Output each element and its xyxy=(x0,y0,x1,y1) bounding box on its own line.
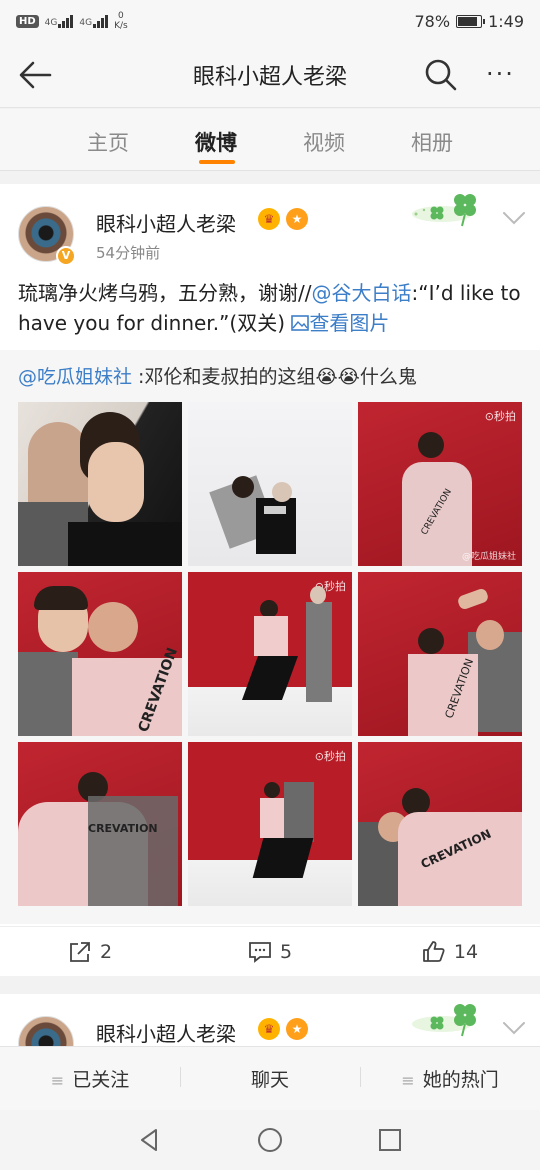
repost-body: :邓伦和麦叔拍的这组 xyxy=(132,366,316,388)
followed-button[interactable]: ≡ 已关注 xyxy=(0,1065,180,1092)
tab-albums[interactable]: 相册 xyxy=(378,109,486,170)
comment-button[interactable]: 5 xyxy=(180,927,360,976)
clover-decoration-icon-2 xyxy=(412,1004,476,1037)
miaopai-watermark-3: ⊙秒拍 xyxy=(314,750,346,763)
signal-icon-2: 4G xyxy=(79,14,109,28)
thumbs-up-icon xyxy=(423,940,445,962)
network-speed: 0 K/s xyxy=(114,11,128,31)
menu-icon: ≡ xyxy=(50,1071,65,1090)
followed-label: 已关注 xyxy=(72,1069,130,1091)
repost-count: 2 xyxy=(99,940,113,963)
mention-link[interactable]: @谷大白话 xyxy=(311,281,411,305)
battery-icon xyxy=(456,14,486,28)
signal-label-2: 4G xyxy=(79,18,93,28)
verified-badge: V xyxy=(56,246,76,266)
photo-9[interactable]: CREVATION xyxy=(358,742,522,906)
crying-emoji-icon: 😭😭 xyxy=(315,366,360,388)
repost-text: @吃瓜姐妹社 :邓伦和麦叔拍的这组😭😭什么鬼 xyxy=(18,362,417,389)
repost-body-end: 什么鬼 xyxy=(359,366,417,388)
shirt-text: CREVATION xyxy=(88,822,158,835)
signal-label: 4G xyxy=(44,18,58,28)
view-image-link[interactable]: 查看图片 xyxy=(291,311,389,335)
photo-1[interactable] xyxy=(18,402,182,566)
author-name[interactable]: 眼科小超人老梁 xyxy=(96,208,236,237)
photo-credit: @吃瓜姐妹社 xyxy=(461,552,516,562)
post-card-2[interactable]: 眼科小超人老梁 ♛ ★ xyxy=(0,994,540,1054)
medal-badge-icon-2: ★ xyxy=(286,1018,308,1040)
nav-bar: 眼科小超人老梁 ··· xyxy=(0,42,540,108)
photo-3[interactable]: ⊙秒拍 CREVATION @吃瓜姐妹社 xyxy=(358,402,522,566)
tab-home[interactable]: 主页 xyxy=(54,109,162,170)
profile-bottom-bar: ≡ 已关注 聊天 ≡ 她的热门 xyxy=(0,1046,540,1110)
chat-button[interactable]: 聊天 xyxy=(180,1065,360,1092)
speed-unit: K/s xyxy=(114,21,128,31)
photo-4[interactable]: CREVATION xyxy=(18,572,182,736)
miaopai-watermark: ⊙秒拍 xyxy=(484,410,516,423)
watermark-label: 秒拍 xyxy=(494,410,516,423)
crown-badge-icon-2: ♛ xyxy=(258,1018,280,1040)
home-circle-icon[interactable] xyxy=(256,1126,284,1154)
hd-indicator: HD xyxy=(16,14,39,28)
back-triangle-icon[interactable] xyxy=(136,1126,164,1154)
watermark-label-2: 秒拍 xyxy=(324,580,346,593)
chevron-down-icon-2[interactable] xyxy=(502,1020,526,1036)
menu-icon-2: ≡ xyxy=(401,1071,415,1090)
chevron-down-icon[interactable] xyxy=(502,210,526,226)
repost-button[interactable]: 2 xyxy=(0,927,180,976)
share-icon xyxy=(70,941,90,962)
watermark-label-3: 秒拍 xyxy=(324,750,346,763)
like-count: 14 xyxy=(453,940,479,963)
photo-grid: ⊙秒拍 CREVATION @吃瓜姐妹社 CREVATION ⊙秒拍 xyxy=(18,402,522,906)
reposted-content[interactable]: @吃瓜姐妹社 :邓伦和麦叔拍的这组😭😭什么鬼 ⊙秒拍 CREVATION @吃瓜… xyxy=(0,350,540,924)
view-image-label: 查看图片 xyxy=(309,311,390,335)
photo-7[interactable]: CREVATION xyxy=(18,742,182,906)
post-time: 54分钟前 xyxy=(96,244,161,262)
hot-posts-label: 她的热门 xyxy=(422,1069,499,1091)
photo-2[interactable] xyxy=(188,402,352,566)
photo-6[interactable]: CREVATION xyxy=(358,572,522,736)
speed-value: 0 xyxy=(118,11,124,21)
author-name-2[interactable]: 眼科小超人老梁 xyxy=(96,1018,236,1047)
post-actions: 2 5 14 xyxy=(0,926,540,976)
search-icon[interactable] xyxy=(424,58,458,92)
arrow-left-icon[interactable] xyxy=(18,60,54,90)
recents-square-icon[interactable] xyxy=(376,1126,404,1154)
crown-badge-icon: ♛ xyxy=(258,208,280,230)
post-text-prefix: 琉璃净火烤乌鸦，五分熟，谢谢// xyxy=(18,281,312,305)
like-button[interactable]: 14 xyxy=(360,927,540,976)
status-bar: HD 4G 4G 0 K/s 78% 1:49 xyxy=(0,0,540,42)
battery-percent: 78% xyxy=(414,11,451,31)
system-nav-bar xyxy=(0,1110,540,1170)
chat-label: 聊天 xyxy=(250,1069,289,1091)
repost-mention-link[interactable]: @吃瓜姐妹社 xyxy=(18,366,132,388)
tab-weibo[interactable]: 微博 xyxy=(162,109,270,170)
clock: 1:49 xyxy=(488,11,524,31)
profile-tabs: 主页 微博 视频 相册 xyxy=(0,109,540,171)
more-options-button[interactable]: ··· xyxy=(486,62,526,86)
medal-badge-icon: ★ xyxy=(286,208,308,230)
post-text: 琉璃净火烤乌鸦，五分熟，谢谢//@谷大白话:“I’d like to have … xyxy=(18,278,524,338)
signal-icon: 4G xyxy=(45,14,74,28)
comment-count: 5 xyxy=(279,940,293,963)
page-title: 眼科小超人老梁 xyxy=(192,64,347,90)
photo-8[interactable]: ⊙秒拍 xyxy=(188,742,352,906)
post-card[interactable]: V 眼科小超人老梁 ♛ ★ 54分钟前 琉璃净火烤乌鸦，五分熟，谢谢//@谷大白… xyxy=(0,184,540,976)
clover-decoration-icon xyxy=(412,194,476,227)
tab-videos[interactable]: 视频 xyxy=(270,109,378,170)
photo-5[interactable]: ⊙秒拍 xyxy=(188,572,352,736)
hot-posts-button[interactable]: ≡ 她的热门 xyxy=(360,1065,540,1092)
comment-icon xyxy=(249,941,271,963)
image-icon xyxy=(291,315,310,331)
